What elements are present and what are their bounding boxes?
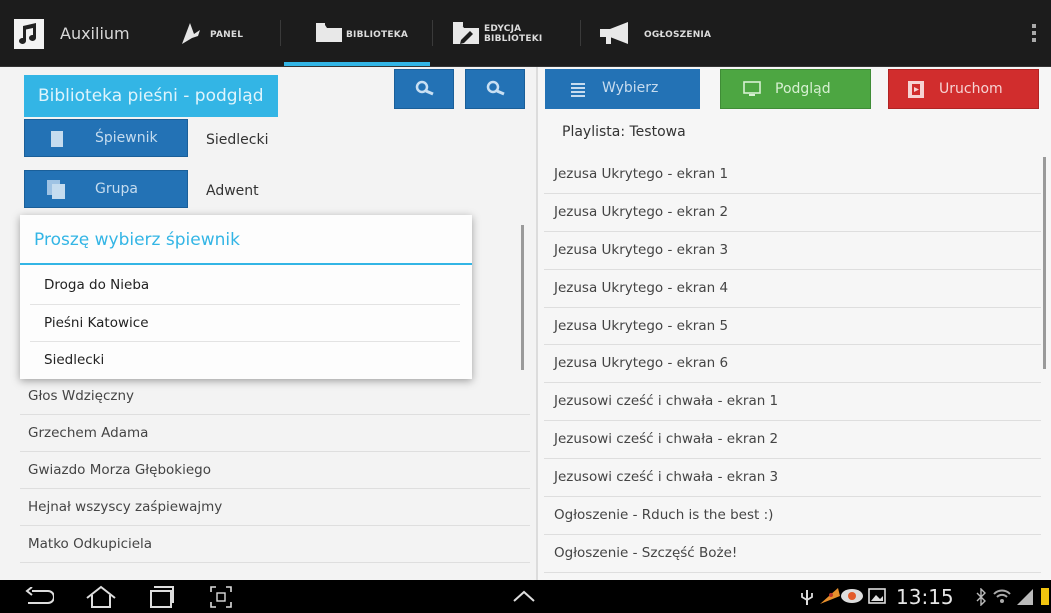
spiewnik-button[interactable]: Śpiewnik [24,119,188,157]
uruchom-button[interactable]: Uruchom [888,69,1039,109]
recent-apps-icon[interactable] [147,585,175,613]
tab-separator [280,20,281,46]
list-item[interactable]: Ogłoszenie - Rduch is the best :) [544,497,1041,535]
film-icon [908,81,924,102]
pizza-app-icon [818,586,840,610]
bluetooth-icon [976,587,986,610]
select-songbook-dialog: Proszę wybierz śpiewnik Droga do Nieba P… [20,215,472,379]
tab-separator [432,20,433,46]
dialog-option[interactable]: Siedlecki [30,342,460,380]
edit-folder-icon [452,20,480,50]
wifi-icon [992,586,1012,610]
uruchom-button-label: Uruchom [939,81,1003,97]
search-icon [415,80,434,96]
tab-edycja-label-line2: BIBLIOTEKI [484,34,543,44]
podglad-button[interactable]: Podgląd [720,69,871,109]
tab-biblioteka[interactable]: BIBLIOTEKA [284,0,430,66]
list-item[interactable]: Jezusa Ukrytego - ekran 1 [544,156,1041,194]
list-icon [571,82,585,101]
megaphone-small-icon [178,20,202,50]
monitor-icon [743,81,761,101]
search-button[interactable] [394,69,454,109]
battery-icon [1040,586,1050,610]
list-item[interactable]: Jezusa Ukrytego - ekran 3 [544,232,1041,270]
playlist-list: Jezusa Ukrytego - ekran 1 Jezusa Ukryteg… [544,156,1041,573]
system-bar: 13:15 [0,580,1051,613]
list-item[interactable]: Jezusa Ukrytego - ekran 2 [544,194,1041,232]
dialog-option[interactable]: Pieśni Katowice [30,305,460,343]
tab-edycja-label: EDYCJA BIBLIOTEKI [484,24,542,44]
app-title: Auxilium [60,24,130,43]
folder-icon [315,20,343,48]
home-icon[interactable] [84,585,118,613]
list-item[interactable]: Ogłoszenie - Szczęść Boże! [544,535,1041,573]
active-tab-indicator [284,62,430,66]
action-bar: Auxilium PANEL BIBLIOTEKA EDYCJA BIBLIOT… [0,0,1051,67]
screenshot-icon[interactable] [210,586,232,612]
spiewnik-button-label: Śpiewnik [95,130,158,146]
playlist-title: Playlista: Testowa [562,124,686,140]
megaphone-icon [598,21,634,49]
list-item[interactable]: Jezusa Ukrytego - ekran 6 [544,345,1041,384]
list-item[interactable]: Jezusowi cześć i chwała - ekran 1 [544,383,1041,422]
tab-edycja-biblioteki[interactable]: EDYCJA BIBLIOTEKI [436,0,572,66]
overflow-menu-icon[interactable] [1028,22,1040,44]
dialog-title-divider [20,263,472,265]
library-title: Biblioteka pieśni - podgląd [24,75,278,117]
wybierz-button[interactable]: Wybierz [545,69,700,109]
clock: 13:15 [896,585,954,609]
tab-edycja-label-line1: EDYCJA [484,24,522,34]
search-button-2[interactable] [465,69,525,109]
list-item[interactable]: Gwiazdo Morza Głębokiego [20,452,530,489]
dialog-options: Droga do Nieba Pieśni Katowice Siedlecki [30,267,460,380]
list-item[interactable]: Jezusa Ukrytego - ekran 4 [544,270,1041,308]
back-icon[interactable] [24,586,55,611]
chevron-up-icon[interactable] [512,588,536,607]
list-item[interactable]: Grzechem Adama [20,415,530,452]
eye-icon [840,588,864,608]
grupa-value: Adwent [206,183,259,199]
list-item[interactable]: Matko Odkupiciela [20,526,530,563]
tab-biblioteka-label: BIBLIOTEKA [346,30,409,40]
dialog-title: Proszę wybierz śpiewnik [34,230,240,250]
tab-ogloszenia[interactable]: OGŁOSZENIA [584,0,734,66]
list-item[interactable]: Jezusowi cześć i chwała - ekran 2 [544,421,1041,460]
list-item[interactable]: Jezusa Ukrytego - ekran 5 [544,308,1041,346]
grupa-button-label: Grupa [95,181,138,197]
wybierz-button-label: Wybierz [602,80,659,96]
spiewnik-value: Siedlecki [206,132,269,148]
playlist-scrollbar[interactable] [1043,157,1046,369]
list-item[interactable]: Jezusowi cześć i chwała - ekran 3 [544,459,1041,498]
podglad-button-label: Podgląd [775,81,831,97]
signal-icon [1016,586,1034,610]
tab-panel[interactable]: PANEL [170,0,270,66]
copy-pages-icon [47,180,67,204]
list-item[interactable]: Głos Wdzięczny [20,378,530,415]
search-icon [486,80,505,96]
usb-icon [800,588,814,610]
grupa-button[interactable]: Grupa [24,170,188,208]
list-item[interactable]: Hejnał wszyscy zaśpiewajmy [20,489,530,526]
tab-separator [580,20,581,46]
dialog-option[interactable]: Droga do Nieba [30,267,460,305]
app-logo-icon[interactable] [14,19,44,49]
image-icon [868,588,886,608]
book-icon [51,131,63,151]
tab-ogloszenia-label: OGŁOSZENIA [644,30,712,40]
library-scrollbar[interactable] [521,225,524,370]
song-list: Głos Wdzięczny Grzechem Adama Gwiazdo Mo… [20,378,530,563]
tab-panel-label: PANEL [210,30,244,40]
